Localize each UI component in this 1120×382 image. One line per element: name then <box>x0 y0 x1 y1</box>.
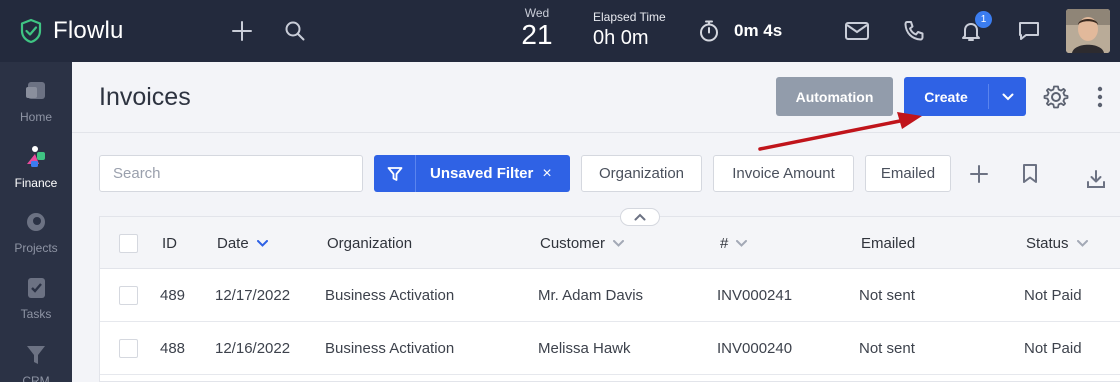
sidebar-item-projects[interactable]: Projects <box>0 209 72 255</box>
sidebar-item-label: CRM <box>22 374 50 382</box>
timer[interactable]: 0m 4s <box>697 19 782 43</box>
collapse-filters-toggle[interactable] <box>620 208 660 226</box>
cell-status: Not Paid <box>1024 340 1082 357</box>
column-header-organization[interactable]: Organization <box>327 235 412 252</box>
timer-value: 0m 4s <box>734 21 783 40</box>
home-icon <box>26 82 45 99</box>
add-icon[interactable] <box>229 18 255 44</box>
sidebar-item-label: Home <box>19 110 52 124</box>
table-row[interactable]: 488 12/16/2022 Business Activation Melis… <box>100 322 1120 375</box>
cell-date: 12/16/2022 <box>215 340 291 357</box>
automation-button[interactable]: Automation <box>776 77 893 116</box>
projects-icon <box>27 213 45 231</box>
column-header-number[interactable]: # <box>720 235 748 252</box>
page-title: Invoices <box>99 83 191 111</box>
sidebar: Home Finance Projects Tasks CRM <box>0 62 72 382</box>
cell-organization[interactable]: Business Activation <box>325 287 454 304</box>
sidebar-item-home[interactable]: Home <box>0 78 72 124</box>
filter-icon[interactable] <box>374 155 416 192</box>
settings-gear-icon[interactable] <box>1043 84 1069 110</box>
chevron-down-icon[interactable] <box>1076 240 1088 247</box>
logo-check-icon <box>20 18 42 44</box>
elapsed-time-value: 0h 0m <box>593 27 649 49</box>
column-header-status[interactable]: Status <box>1026 235 1088 252</box>
elapsed-time: Elapsed Time 0h 0m <box>593 10 666 50</box>
stopwatch-icon <box>700 20 718 42</box>
sidebar-item-finance[interactable]: Finance <box>0 144 72 190</box>
cell-status: Not Paid <box>1024 287 1082 304</box>
date-day-number: 21 <box>521 19 553 50</box>
chevron-down-icon[interactable] <box>736 240 748 247</box>
user-avatar[interactable] <box>1066 9 1110 53</box>
active-filter-chip[interactable]: Unsaved Filter × <box>374 155 570 192</box>
select-all-checkbox[interactable] <box>119 234 138 253</box>
column-label: Date <box>217 235 249 252</box>
search-input[interactable]: Search <box>99 155 363 192</box>
top-bar: Flowlu Wed 21 Elapsed Time 0h 0m 0m 4s 1 <box>0 0 1120 62</box>
filter-pill-emailed[interactable]: Emailed <box>865 155 951 192</box>
app-name: Flowlu <box>53 17 124 44</box>
cell-emailed: Not sent <box>859 340 915 357</box>
clear-filter-icon[interactable]: × <box>542 165 551 183</box>
column-label: # <box>720 235 729 252</box>
cell-number[interactable]: INV000240 <box>717 340 792 357</box>
app-logo[interactable]: Flowlu <box>18 17 124 45</box>
cell-id: 488 <box>160 340 186 357</box>
column-label: ID <box>162 235 177 252</box>
chevron-up-icon <box>634 213 646 221</box>
date-day-of-week: Wed <box>524 6 550 20</box>
tasks-icon <box>28 278 45 298</box>
column-header-id[interactable]: ID <box>162 235 177 252</box>
invoices-table: ID Date Organization Customer # Emailed … <box>99 216 1120 382</box>
row-checkbox[interactable] <box>119 286 138 305</box>
sort-desc-icon[interactable] <box>256 240 268 247</box>
chat-icon[interactable] <box>1016 18 1042 44</box>
table-row[interactable]: 489 12/17/2022 Business Activation Mr. A… <box>100 269 1120 322</box>
sidebar-item-label: Projects <box>14 241 58 255</box>
chevron-down-icon[interactable] <box>613 240 625 247</box>
sidebar-item-label: Finance <box>14 176 58 190</box>
column-header-emailed[interactable]: Emailed <box>861 235 915 252</box>
finance-icon <box>27 146 45 167</box>
cell-number[interactable]: INV000241 <box>717 287 792 304</box>
column-label: Status <box>1026 235 1069 252</box>
cell-customer[interactable]: Melissa Hawk <box>538 340 631 357</box>
phone-icon[interactable] <box>901 18 927 44</box>
date-display: Wed 21 <box>520 6 554 50</box>
create-button[interactable]: Create <box>904 77 1026 116</box>
notifications-badge: 1 <box>975 11 992 28</box>
elapsed-time-label: Elapsed Time <box>593 10 666 24</box>
cell-id: 489 <box>160 287 186 304</box>
cell-date: 12/17/2022 <box>215 287 291 304</box>
column-header-customer[interactable]: Customer <box>540 235 625 252</box>
table-header: ID Date Organization Customer # Emailed … <box>100 217 1120 269</box>
cell-emailed: Not sent <box>859 287 915 304</box>
download-icon[interactable] <box>1085 168 1107 190</box>
crm-icon <box>27 346 45 364</box>
column-label: Customer <box>540 235 606 252</box>
sidebar-item-crm[interactable]: CRM <box>0 342 72 382</box>
active-filter-label[interactable]: Unsaved Filter <box>430 165 533 182</box>
column-header-date[interactable]: Date <box>217 235 268 252</box>
sidebar-item-label: Tasks <box>20 307 52 321</box>
cell-organization[interactable]: Business Activation <box>325 340 454 357</box>
mail-icon[interactable] <box>844 18 870 44</box>
filter-pill-organization[interactable]: Organization <box>581 155 702 192</box>
create-dropdown-toggle[interactable] <box>989 93 1026 101</box>
sidebar-item-tasks[interactable]: Tasks <box>0 275 72 321</box>
row-checkbox[interactable] <box>119 339 138 358</box>
chevron-down-icon <box>1002 93 1013 100</box>
bookmark-icon[interactable] <box>1021 163 1039 185</box>
cell-customer[interactable]: Mr. Adam Davis <box>538 287 643 304</box>
main-content: Invoices Automation Create Search Unsave… <box>72 62 1120 382</box>
create-button-label[interactable]: Create <box>904 89 988 105</box>
column-label: Organization <box>327 235 413 252</box>
filter-pill-invoice-amount[interactable]: Invoice Amount <box>713 155 854 192</box>
column-label: Emailed <box>861 235 916 252</box>
search-icon[interactable] <box>282 18 308 44</box>
add-filter-icon[interactable] <box>968 163 990 185</box>
more-options-icon[interactable] <box>1097 86 1103 108</box>
header-divider <box>72 132 1120 133</box>
